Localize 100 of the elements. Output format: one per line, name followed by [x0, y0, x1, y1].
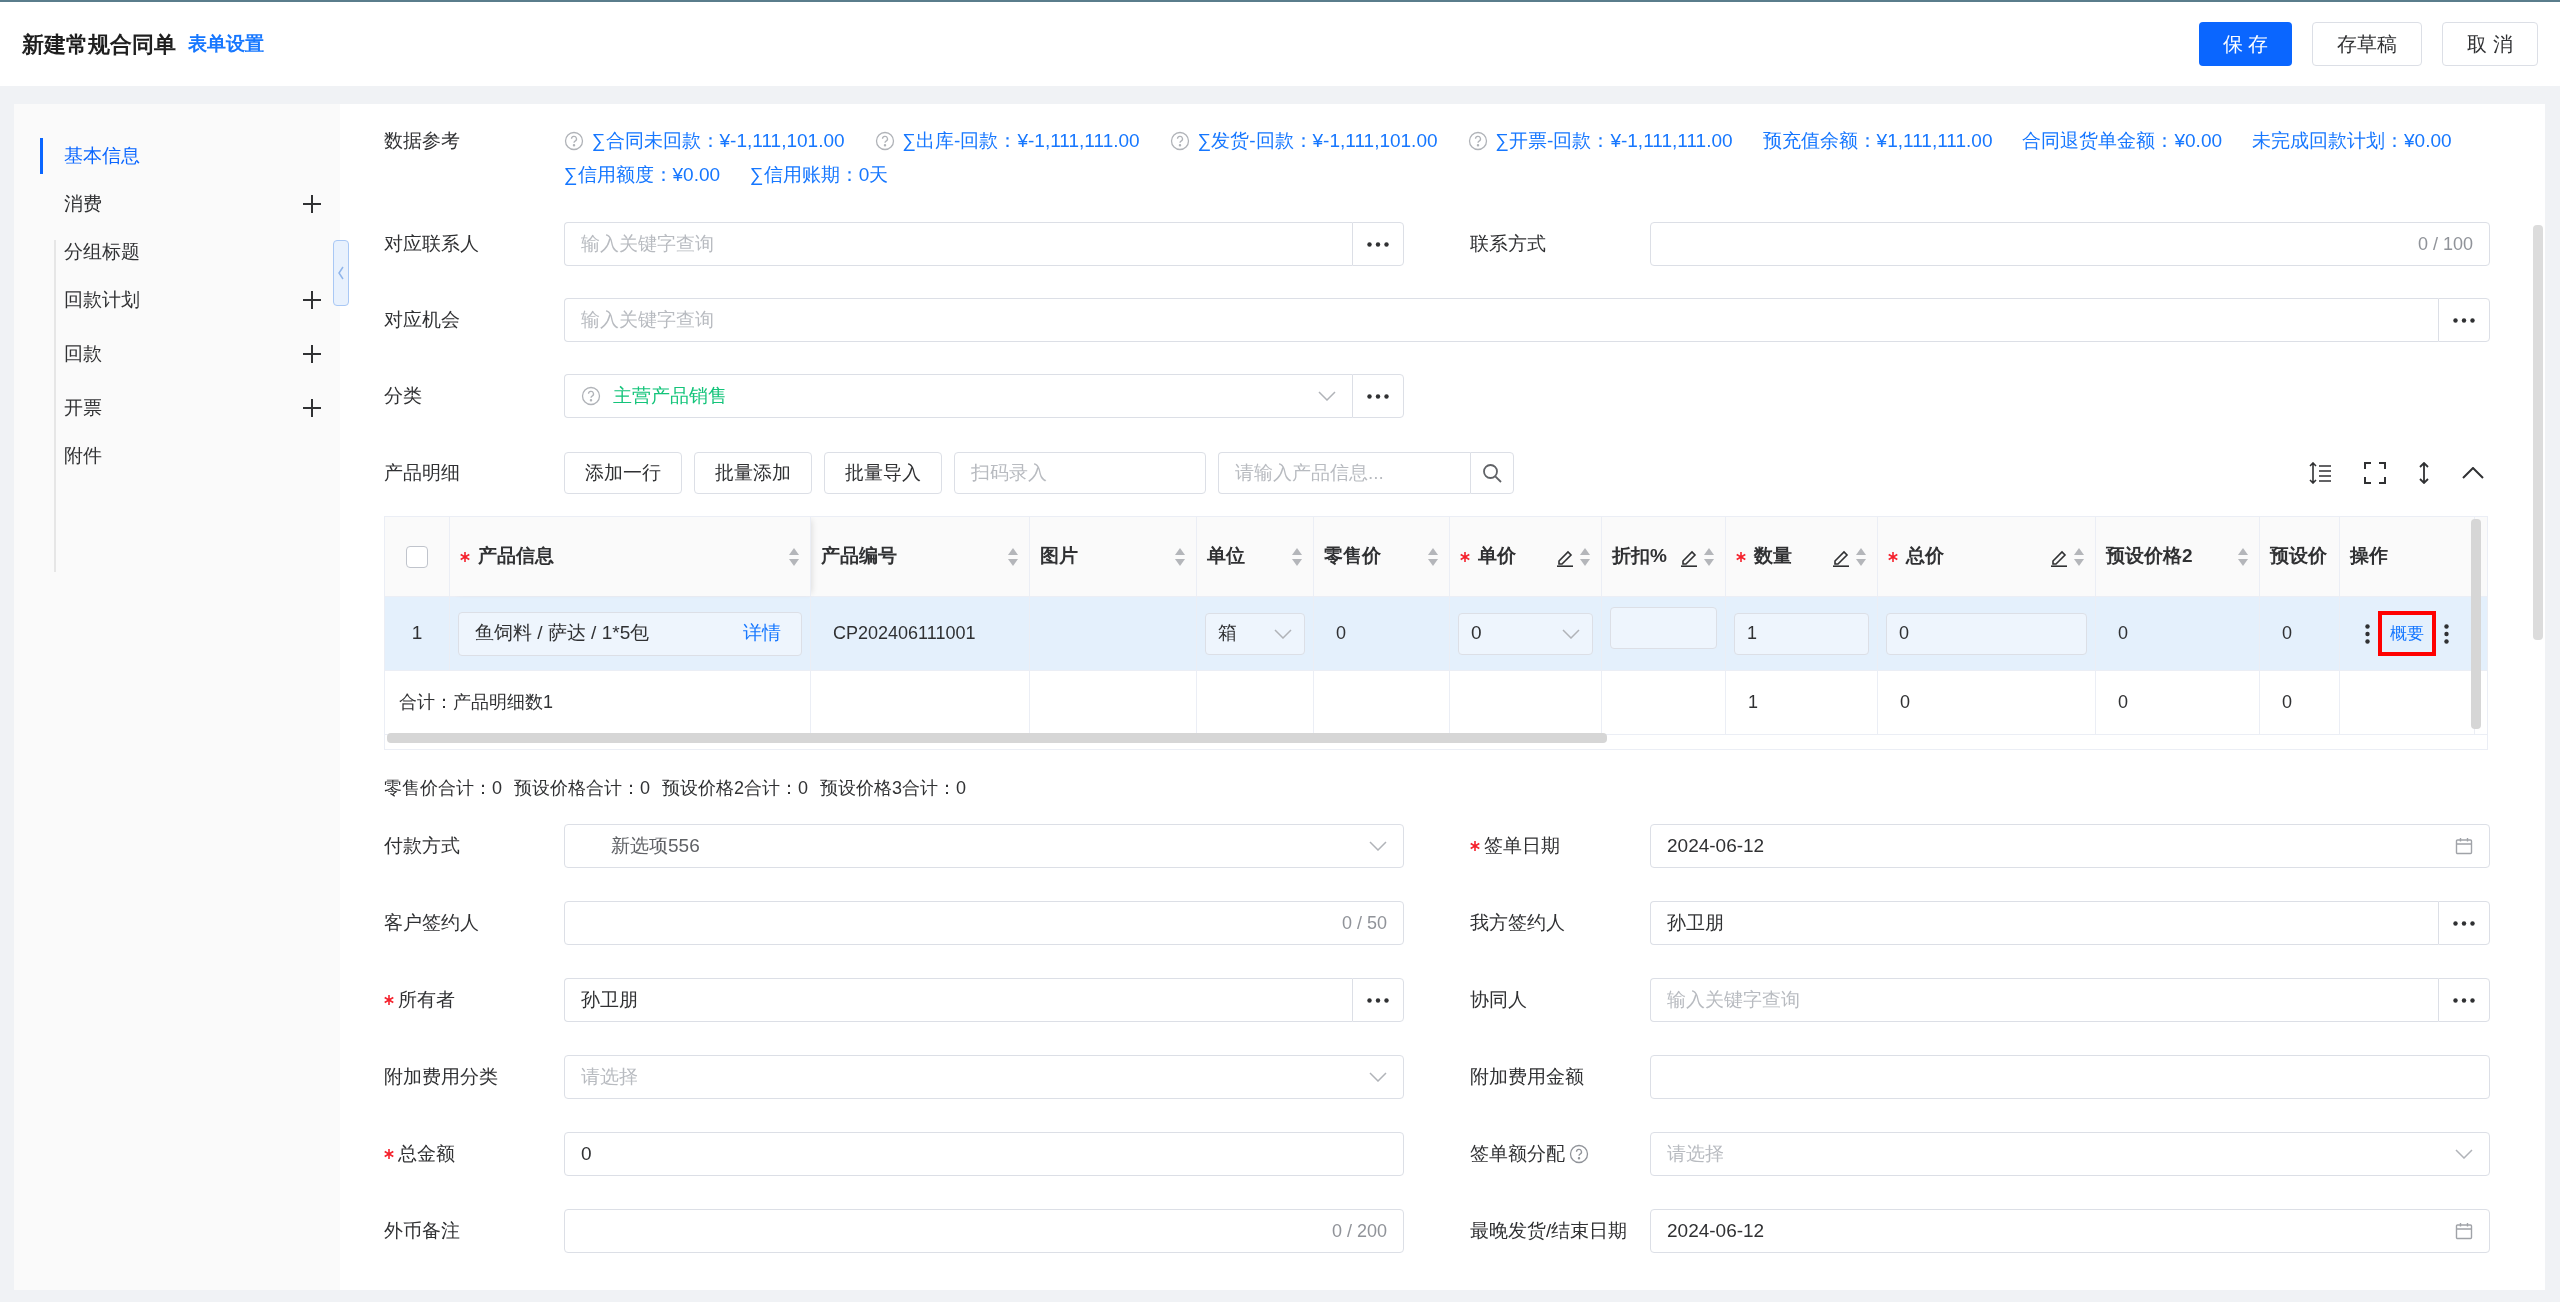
- sidebar-item[interactable]: 回款: [14, 339, 102, 369]
- sort-icon[interactable]: [2237, 546, 2249, 567]
- field-label: 产品明细: [384, 461, 460, 483]
- date-field[interactable]: 2024-06-12: [1650, 824, 2490, 868]
- table-cell-text: CP202406111001: [832, 622, 976, 645]
- input-field[interactable]: 0: [1886, 612, 2087, 655]
- field-label: 签单额分配: [1470, 1142, 1565, 1166]
- reference-value: ∑出库-回款：¥-1,111,111.00: [902, 128, 1140, 153]
- sort-icon[interactable]: [1291, 546, 1303, 567]
- sort-icon[interactable]: [1174, 546, 1186, 567]
- sidebar-item[interactable]: 基本信息: [14, 141, 140, 171]
- sidebar-item[interactable]: 消费: [14, 189, 102, 219]
- input-field[interactable]: [1650, 1055, 2490, 1099]
- table-cell-text: 0: [2117, 691, 2128, 714]
- vertical-dots-icon: [2444, 623, 2449, 644]
- chevron-down-icon: [1562, 628, 1580, 639]
- field-label: 所有者: [398, 988, 455, 1012]
- action-button[interactable]: 取 消: [2442, 22, 2538, 66]
- field-label: 附加费用分类: [384, 1065, 498, 1089]
- chevron-down-icon: [1318, 391, 1336, 401]
- field-label: 数据参考: [384, 128, 460, 153]
- summary-text: 零售价合计：0: [384, 776, 502, 800]
- toolbar-button[interactable]: 添加一行: [564, 452, 682, 494]
- select-field[interactable]: 箱: [1205, 612, 1305, 655]
- save-button[interactable]: 保 存: [2198, 22, 2293, 66]
- sidebar-item[interactable]: 开票: [14, 393, 102, 423]
- toolbar-button[interactable]: 批量添加: [694, 452, 812, 494]
- chevron-down-icon: [1369, 841, 1387, 851]
- chevron-left-icon: [338, 266, 344, 280]
- more-button[interactable]: [1352, 374, 1404, 418]
- chevron-up-icon[interactable]: [2462, 467, 2484, 479]
- fullscreen-icon[interactable]: [2364, 462, 2386, 484]
- column-header: 总价: [1906, 544, 1944, 569]
- input-field[interactable]: 孙卫朋: [1650, 901, 2438, 945]
- more-button[interactable]: [1352, 978, 1404, 1022]
- input-field[interactable]: 1: [1734, 612, 1869, 655]
- sidebar-item[interactable]: 分组标题: [14, 237, 140, 267]
- date-field[interactable]: 2024-06-12: [1650, 1209, 2490, 1253]
- detail-link[interactable]: 详情: [743, 619, 781, 648]
- select-field[interactable]: 新选项556: [564, 824, 1404, 868]
- column-header: 零售价: [1324, 544, 1381, 569]
- field-label: 总金额: [398, 1142, 455, 1166]
- sort-icon[interactable]: [1427, 546, 1439, 567]
- more-button[interactable]: [2438, 298, 2490, 342]
- expand-vertical-icon[interactable]: [2418, 462, 2430, 484]
- input-field[interactable]: 0: [564, 1132, 1404, 1176]
- collapse-handle[interactable]: [333, 240, 349, 306]
- help-icon: [581, 386, 601, 406]
- table-cell-text: 0: [2117, 622, 2128, 645]
- checkbox[interactable]: [406, 545, 428, 568]
- plus-icon[interactable]: [302, 398, 322, 418]
- input-field[interactable]: 孙卫朋: [564, 978, 1352, 1022]
- summary-text: 预设价格合计：0: [514, 776, 651, 800]
- more-button[interactable]: [1352, 222, 1404, 266]
- toolbar-button[interactable]: 批量导入: [824, 452, 942, 494]
- sort-icon[interactable]: [788, 546, 800, 567]
- row-height-icon[interactable]: [2308, 462, 2332, 484]
- table-cell-text: 0: [1335, 622, 1346, 645]
- character-counter: 0 / 100: [2417, 232, 2473, 256]
- ellipsis-icon: [1367, 241, 1389, 247]
- summary-text: 预设价格2合计：0: [662, 776, 809, 800]
- column-header: 折扣%: [1612, 544, 1667, 569]
- column-header: 产品信息: [478, 544, 554, 569]
- ellipsis-icon: [2453, 920, 2475, 926]
- reference-value: ∑合同未回款：¥-1,111,101.00: [592, 128, 845, 153]
- reference-value: ∑信用额度：¥0.00: [564, 162, 721, 187]
- ellipsis-icon: [1367, 393, 1389, 399]
- sidebar-item[interactable]: 附件: [14, 441, 102, 471]
- plus-icon[interactable]: [302, 194, 322, 214]
- summary-link[interactable]: 概要: [2378, 610, 2436, 657]
- chevron-down-icon: [2455, 1149, 2473, 1159]
- field-label: 附加费用金额: [1470, 1065, 1584, 1089]
- form-settings-link[interactable]: 表单设置: [188, 29, 264, 59]
- search-button[interactable]: [1470, 452, 1514, 494]
- select-field[interactable]: 0: [1458, 612, 1593, 655]
- column-header: 单价: [1478, 544, 1516, 569]
- field-label: 对应联系人: [384, 232, 479, 256]
- field-label: 最晚发货/结束日期: [1470, 1219, 1628, 1243]
- summary-text: 预设价格3合计：0: [820, 776, 967, 800]
- plus-icon[interactable]: [302, 344, 322, 364]
- more-button[interactable]: [2438, 978, 2490, 1022]
- plus-icon[interactable]: [302, 290, 322, 310]
- calendar-icon: [2455, 837, 2473, 855]
- vertical-dots-icon: [2365, 623, 2370, 644]
- column-header: 预设价: [2270, 544, 2327, 569]
- action-button[interactable]: 存草稿: [2312, 22, 2423, 66]
- column-header: 操作: [2350, 544, 2388, 569]
- search-icon: [1482, 463, 1502, 483]
- reference-value: ∑信用账期：0天: [750, 162, 889, 187]
- reference-value: 合同退货单金额：¥0.00: [2022, 128, 2223, 153]
- calendar-icon: [2455, 1222, 2473, 1240]
- field-label: 签单日期: [1484, 834, 1560, 858]
- field-label: 客户签约人: [384, 911, 479, 935]
- more-button[interactable]: [2438, 901, 2490, 945]
- sort-icon[interactable]: [1007, 546, 1019, 567]
- sidebar-item[interactable]: 回款计划: [14, 285, 140, 315]
- table-cell-text: 0: [1899, 691, 1910, 714]
- column-header: 图片: [1040, 544, 1078, 569]
- product-field[interactable]: 鱼饲料 / 萨达 / 1*5包 详情: [458, 611, 802, 656]
- field-label: 对应机会: [384, 308, 460, 332]
